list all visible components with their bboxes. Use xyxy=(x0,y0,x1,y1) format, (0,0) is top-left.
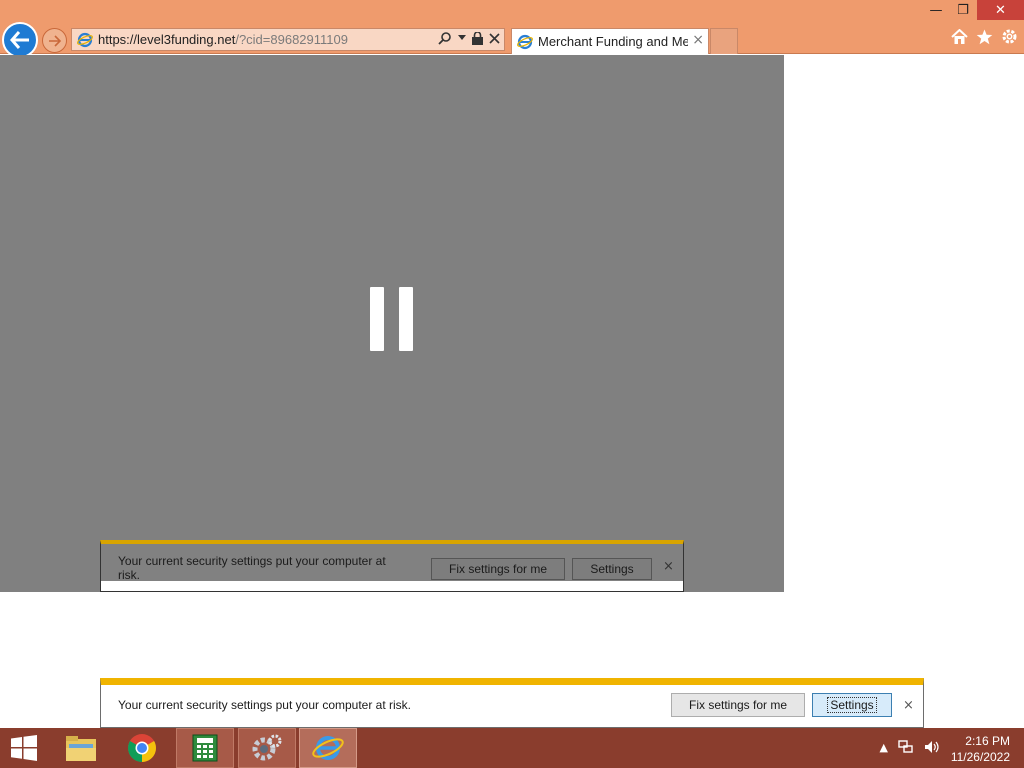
ie-icon xyxy=(77,32,93,47)
windows-icon xyxy=(11,735,37,761)
new-tab-button[interactable] xyxy=(710,28,738,54)
chevron-down-icon[interactable] xyxy=(458,35,466,41)
back-arrow-icon xyxy=(10,31,29,49)
close-icon[interactable] xyxy=(489,32,500,44)
security-notification-bar: Your current security settings put your … xyxy=(100,678,924,728)
taskbar-file-explorer[interactable] xyxy=(54,728,108,768)
divider xyxy=(101,581,683,591)
back-button[interactable] xyxy=(2,22,38,58)
search-icon[interactable] xyxy=(438,31,452,45)
ie-icon xyxy=(517,34,533,49)
security-notification-overlay: Your current security settings put your … xyxy=(100,540,684,592)
taskbar: ▲ 2:16 PM 11/26/2022 xyxy=(0,728,1024,768)
gear-icon[interactable] xyxy=(1001,28,1018,45)
taskbar-calculator[interactable] xyxy=(176,728,234,768)
restore-button[interactable]: ❐ xyxy=(951,0,975,20)
close-icon[interactable]: × xyxy=(903,698,914,713)
calculator-icon xyxy=(192,734,218,762)
forward-arrow-icon xyxy=(48,34,61,47)
taskbar-settings[interactable] xyxy=(238,728,296,768)
fix-settings-button[interactable]: Fix settings for me xyxy=(431,558,565,580)
ie-icon xyxy=(312,736,344,760)
tray-expand-icon[interactable]: ▲ xyxy=(880,741,888,754)
network-icon[interactable] xyxy=(898,740,914,754)
settings-button[interactable]: Settings xyxy=(812,693,892,717)
speaker-icon[interactable] xyxy=(924,740,940,754)
settings-gear-icon xyxy=(252,734,282,761)
address-bar[interactable]: https://level3funding.net/?cid=896829111… xyxy=(71,28,505,51)
tab-title: Merchant Funding and Mer... xyxy=(538,34,688,49)
close-icon[interactable]: × xyxy=(663,559,674,574)
fix-settings-button[interactable]: Fix settings for me xyxy=(671,693,805,717)
tab-close-icon[interactable]: × xyxy=(692,32,704,48)
taskbar-chrome[interactable] xyxy=(114,728,170,768)
star-icon[interactable] xyxy=(976,29,993,45)
forward-button[interactable] xyxy=(42,28,67,53)
settings-button[interactable]: Settings xyxy=(572,558,652,580)
url-text: https://level3funding.net/?cid=896829111… xyxy=(98,32,348,47)
browser-tab[interactable]: Merchant Funding and Mer... × xyxy=(511,28,709,54)
taskbar-clock[interactable]: 2:16 PM 11/26/2022 xyxy=(951,733,1010,765)
system-tray: ▲ xyxy=(880,740,940,754)
lock-icon[interactable] xyxy=(472,31,483,45)
security-warning-text: Your current security settings put your … xyxy=(118,698,412,712)
home-icon[interactable] xyxy=(951,28,968,45)
start-button[interactable] xyxy=(0,728,48,768)
security-warning-text: Your current security settings put your … xyxy=(118,554,386,582)
chrome-icon xyxy=(128,734,156,762)
close-window-button[interactable]: ✕ xyxy=(977,0,1024,20)
clock-time: 2:16 PM xyxy=(965,734,1010,748)
clock-date: 11/26/2022 xyxy=(950,750,1010,764)
pause-icon[interactable] xyxy=(370,287,414,351)
taskbar-internet-explorer[interactable] xyxy=(299,728,357,768)
folder-icon xyxy=(66,736,96,761)
minimize-button[interactable]: — xyxy=(921,0,951,20)
browser-toolbar: https://level3funding.net/?cid=896829111… xyxy=(0,0,1024,58)
